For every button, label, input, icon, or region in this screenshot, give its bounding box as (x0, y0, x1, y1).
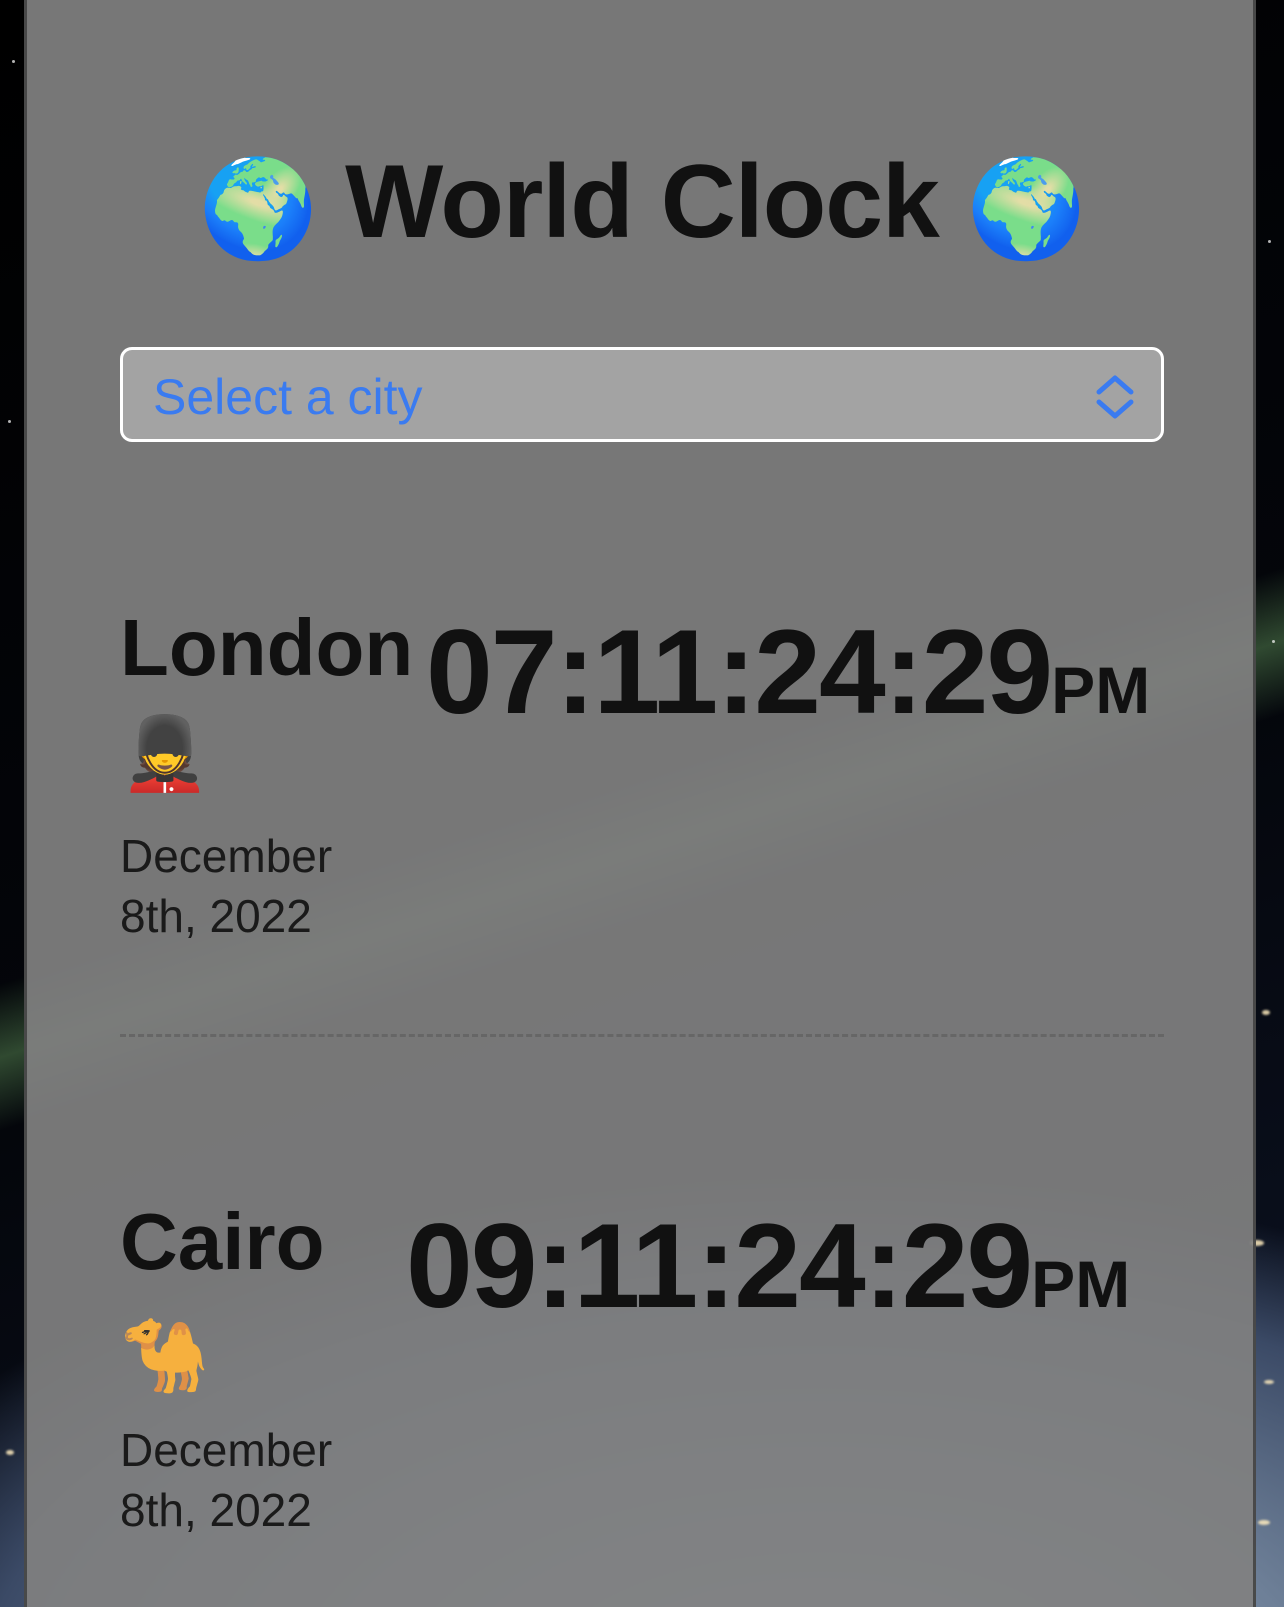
chevron-up-down-icon (1096, 375, 1134, 419)
city-row-cairo: Cairo 🐪 December 8th, 2022 09:11:24:29PM (120, 1202, 1180, 1542)
city-name: Cairo (120, 1197, 325, 1286)
time-digits: 09:11:24:29 (406, 1199, 1033, 1333)
time-digits: 07:11:24:29 (426, 605, 1053, 739)
city-time: 09:11:24:29PM (406, 1206, 1130, 1326)
time-period: PM (1031, 1247, 1131, 1321)
city-time: 07:11:24:29PM (426, 612, 1150, 732)
city-select-value: Select a city (153, 369, 423, 425)
title-text: World Clock (345, 144, 940, 260)
city-row-london: London 💂 December 8th, 2022 07:11:24:29P… (120, 608, 1180, 948)
city-select[interactable]: Select a city (120, 347, 1164, 442)
city-date: December 8th, 2022 (120, 1424, 333, 1536)
city-divider (120, 1034, 1164, 1037)
time-period: PM (1051, 653, 1151, 727)
globe-icon: 🌍 (198, 155, 319, 263)
guard-icon: 💂 (120, 714, 210, 794)
city-date: December 8th, 2022 (120, 830, 333, 942)
camel-icon: 🐪 (120, 1316, 210, 1396)
page-title: 🌍 World Clock 🌍 (0, 150, 1284, 262)
city-name: London (120, 603, 414, 692)
globe-icon: 🌍 (966, 155, 1087, 263)
